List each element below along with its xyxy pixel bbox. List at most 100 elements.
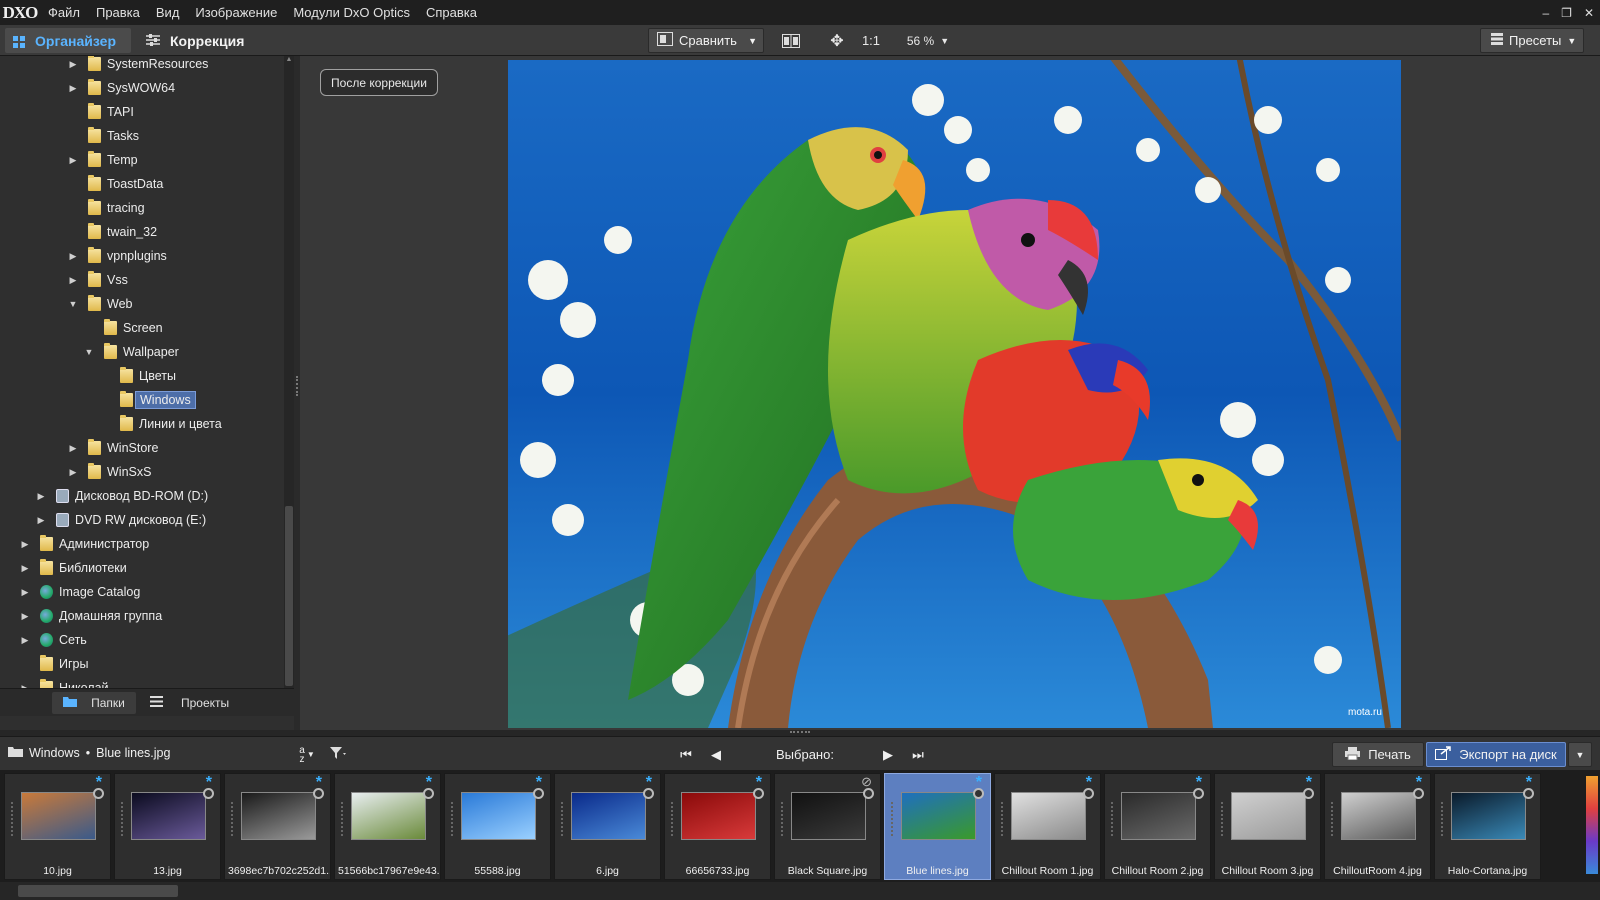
select-mark-icon[interactable] <box>1193 788 1204 799</box>
tab-organizer[interactable]: Органайзер <box>5 28 131 53</box>
drag-handle[interactable] <box>1331 802 1333 836</box>
tree-item[interactable]: Tasks <box>88 125 139 147</box>
restore-button[interactable]: ❐ <box>1561 6 1572 20</box>
tree-item[interactable]: ▶ Vss <box>70 269 128 291</box>
select-mark-icon[interactable] <box>203 788 214 799</box>
zoom-1to1-button[interactable]: 1:1 <box>858 28 884 53</box>
filmstrip-thumbnail[interactable]: * 6.jpg <box>554 773 661 880</box>
tree-item[interactable]: ▶ SystemResources <box>70 56 208 75</box>
collapsed-arrow-icon[interactable]: ▶ <box>20 539 30 550</box>
tree-item[interactable]: ▶ vpnplugins <box>70 245 167 267</box>
collapsed-arrow-icon[interactable]: ▶ <box>20 587 30 598</box>
tree-item[interactable]: tracing <box>88 197 145 219</box>
collapsed-arrow-icon[interactable]: ▶ <box>20 611 30 622</box>
collapsed-arrow-icon[interactable]: ▶ <box>20 563 30 574</box>
tree-item[interactable]: ▶ Администратор <box>22 533 149 555</box>
tree-item[interactable]: ▶ Сеть <box>22 629 87 651</box>
select-mark-icon[interactable] <box>643 788 654 799</box>
first-image-button[interactable]: ⏮ <box>676 742 696 767</box>
menu-modules[interactable]: Модули DxO Optics <box>285 0 418 25</box>
collapsed-arrow-icon[interactable]: ▶ <box>68 251 78 262</box>
drag-handle[interactable] <box>1441 802 1443 836</box>
tab-correction[interactable]: Коррекция <box>146 28 244 53</box>
menu-file[interactable]: Файл <box>40 0 88 25</box>
scroll-up-icon[interactable]: ▲ <box>284 56 294 68</box>
breadcrumb-folder[interactable]: Windows <box>29 746 80 760</box>
export-button[interactable]: Экспорт на диск <box>1426 742 1566 767</box>
filmstrip-thumbnail[interactable]: * Chillout Room 3.jpg <box>1214 773 1321 880</box>
filmstrip-thumbnail[interactable]: * 66656733.jpg <box>664 773 771 880</box>
drag-handle[interactable] <box>781 802 783 836</box>
tree-item[interactable]: ToastData <box>88 173 163 195</box>
filmstrip-thumbnail[interactable]: * 55588.jpg <box>444 773 551 880</box>
filmstrip-thumbnail[interactable]: * Blue lines.jpg <box>884 773 991 880</box>
menu-view[interactable]: Вид <box>148 0 188 25</box>
print-button[interactable]: Печать <box>1332 742 1424 767</box>
drag-handle[interactable] <box>341 802 343 836</box>
tree-item[interactable]: ▶ Дисковод BD-ROM (D:) <box>38 485 208 507</box>
select-mark-icon[interactable] <box>93 788 104 799</box>
menu-help[interactable]: Справка <box>418 0 485 25</box>
tree-item[interactable]: twain_32 <box>88 221 157 243</box>
drag-handle[interactable] <box>121 802 123 836</box>
filmstrip-thumbnail[interactable]: * 51566bc17967e9e43... <box>334 773 441 880</box>
last-image-button[interactable]: ⏭ <box>908 742 928 767</box>
tree-item[interactable]: TAPI <box>88 101 134 123</box>
split-view-button[interactable] <box>778 28 804 53</box>
filmstrip-thumbnail[interactable]: * Chillout Room 2.jpg <box>1104 773 1211 880</box>
filmstrip-thumbnail[interactable]: * Halo-Cortana.jpg <box>1434 773 1541 880</box>
filmstrip-thumbnail[interactable]: * 10.jpg <box>4 773 111 880</box>
filter-button[interactable] <box>326 742 350 767</box>
tree-item[interactable]: ▶ Image Catalog <box>22 581 140 603</box>
select-mark-icon[interactable] <box>863 788 874 799</box>
tree-item[interactable]: ▼ Web <box>69 293 132 315</box>
select-mark-icon[interactable] <box>533 788 544 799</box>
collapsed-arrow-icon[interactable]: ▶ <box>68 59 78 70</box>
collapsed-arrow-icon[interactable]: ▶ <box>20 635 30 646</box>
filmstrip-thumbnail[interactable]: * 13.jpg <box>114 773 221 880</box>
tree-item[interactable]: Линии и цвета <box>120 413 222 435</box>
compare-button[interactable]: Сравнить ▼ <box>648 28 764 53</box>
filmstrip-scrollbar-thumb[interactable] <box>18 885 178 897</box>
drag-handle[interactable] <box>451 802 453 836</box>
drag-handle[interactable] <box>1001 802 1003 836</box>
collapsed-arrow-icon[interactable]: ▶ <box>36 515 46 526</box>
filmstrip-thumbnail[interactable]: ⊘ Black Square.jpg <box>774 773 881 880</box>
close-button[interactable]: ✕ <box>1584 6 1594 20</box>
select-mark-icon[interactable] <box>973 788 984 799</box>
filmstrip-thumbnail[interactable]: * 3698ec7b702c252d1... <box>224 773 331 880</box>
drag-handle[interactable] <box>1111 802 1113 836</box>
select-mark-icon[interactable] <box>1523 788 1534 799</box>
expanded-arrow-icon[interactable]: ▼ <box>68 299 78 309</box>
tree-item[interactable]: Цветы <box>120 365 176 387</box>
tree-item[interactable]: ▶ SysWOW64 <box>70 77 175 99</box>
tree-item[interactable]: ▶ Библиотеки <box>22 557 127 579</box>
select-mark-icon[interactable] <box>1303 788 1314 799</box>
tree-item[interactable]: ▶ Temp <box>70 149 138 171</box>
prev-image-button[interactable]: ◀ <box>706 742 726 767</box>
collapsed-arrow-icon[interactable]: ▶ <box>68 83 78 94</box>
tree-item[interactable]: ▶ WinStore <box>70 437 158 459</box>
select-mark-icon[interactable] <box>753 788 764 799</box>
tree-item[interactable]: Windows <box>120 389 196 411</box>
compare-dropdown-icon[interactable]: ▼ <box>748 36 757 46</box>
export-dropdown-button[interactable]: ▼ <box>1568 742 1592 767</box>
menu-image[interactable]: Изображение <box>187 0 285 25</box>
tree-item[interactable]: Screen <box>104 317 163 339</box>
filmstrip-thumbnail[interactable]: * ChilloutRoom 4.jpg <box>1324 773 1431 880</box>
sort-button[interactable]: a z ▼ <box>296 742 318 767</box>
drag-handle[interactable] <box>1221 802 1223 836</box>
tree-scrollbar-thumb[interactable] <box>285 506 293 686</box>
move-button[interactable]: ✥ <box>826 28 848 53</box>
tree-item[interactable]: ▶ Домашняя группа <box>22 605 162 627</box>
tree-item[interactable]: ▶ WinSxS <box>70 461 151 483</box>
tree-item[interactable]: ▶ DVD RW дисковод (E:) <box>38 509 206 531</box>
collapsed-arrow-icon[interactable]: ▶ <box>68 443 78 454</box>
tab-folders[interactable]: Папки <box>52 692 136 714</box>
filmstrip-scrollbar[interactable] <box>0 882 1600 900</box>
minimize-button[interactable]: ‒ <box>1542 6 1549 20</box>
zoom-select[interactable]: 56 % ▼ <box>900 28 956 53</box>
collapsed-arrow-icon[interactable]: ▶ <box>36 491 46 502</box>
select-mark-icon[interactable] <box>1413 788 1424 799</box>
drag-handle[interactable] <box>671 802 673 836</box>
